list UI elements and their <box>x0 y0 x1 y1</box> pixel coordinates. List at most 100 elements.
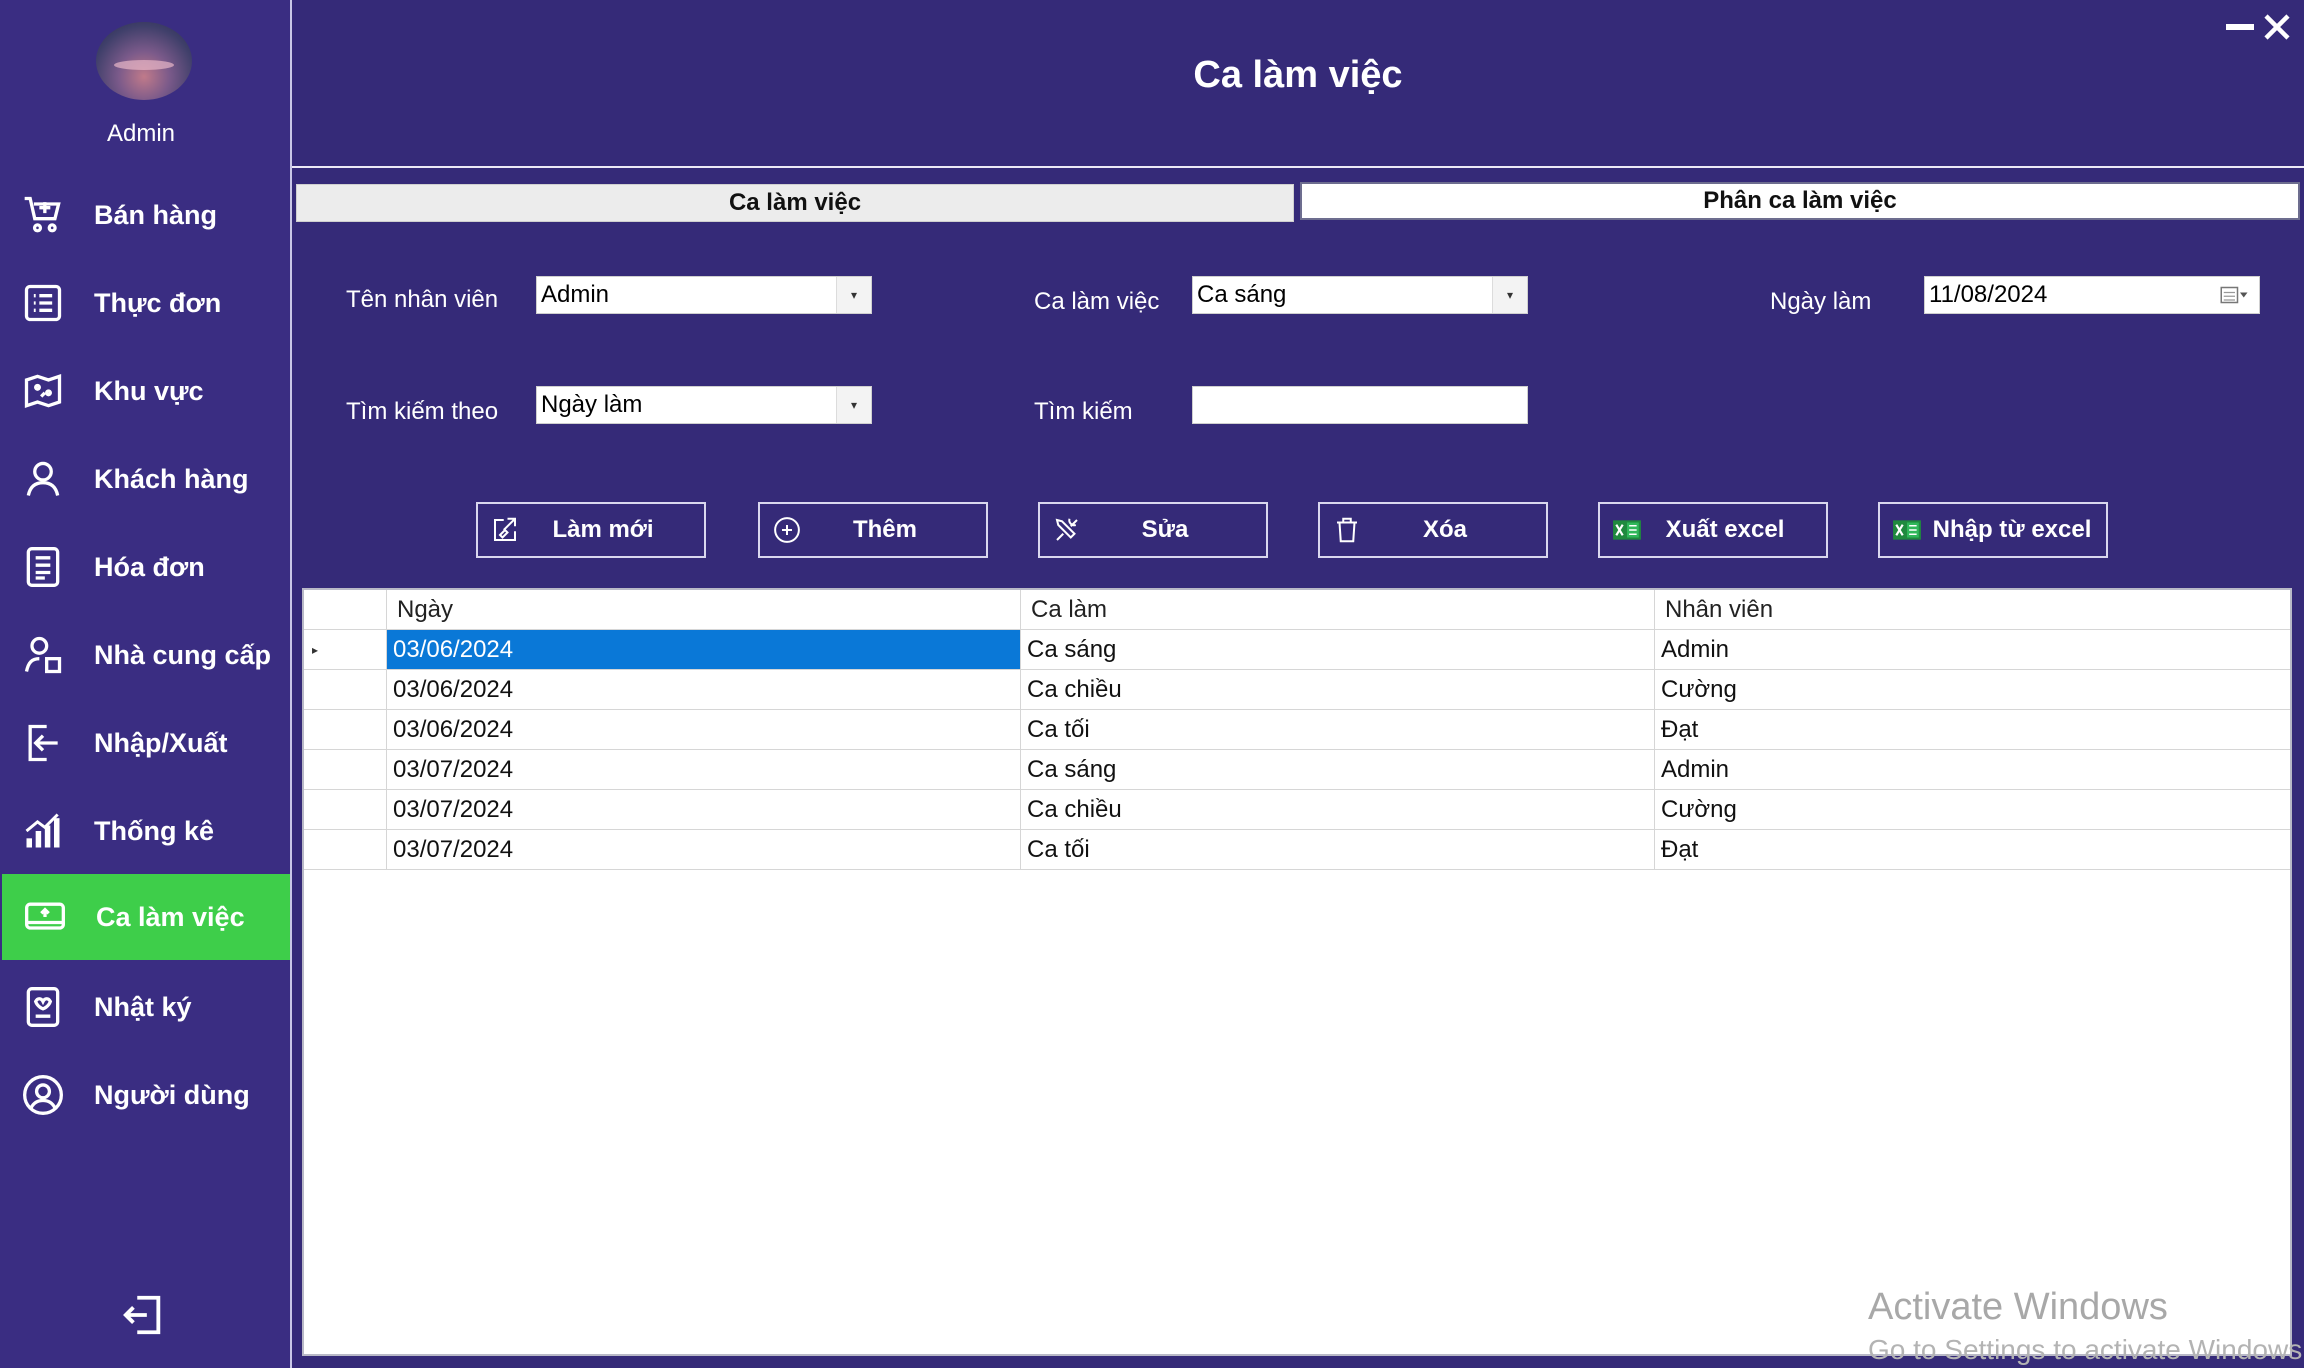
table-row[interactable]: 03/06/2024 Ca chiều Cường <box>304 670 2290 710</box>
shift-table[interactable]: Ngày Ca làm Nhân viên ▸ 03/06/2024 Ca sá… <box>302 588 2292 1356</box>
row-pointer-icon: ▸ <box>312 642 319 657</box>
chevron-down-icon[interactable]: ▾ <box>836 277 871 313</box>
activate-windows-title: Activate Windows <box>1868 1286 2168 1328</box>
minimize-icon[interactable] <box>2226 24 2254 30</box>
map-icon <box>20 368 66 414</box>
import-excel-label: Nhập từ excel <box>1932 516 2092 543</box>
sidebar-item-label: Nhật ký <box>94 991 192 1022</box>
header: Ca làm việc <box>292 0 2304 166</box>
export-excel-label: Xuất excel <box>1665 516 1785 543</box>
refresh-icon <box>488 513 522 547</box>
employee-label: Tên nhân viên <box>346 286 499 313</box>
sidebar-item-ca-lam-viec[interactable]: Ca làm việc <box>2 874 290 960</box>
search-input[interactable] <box>1192 386 1528 424</box>
column-header-ngay[interactable]: Ngày <box>386 590 1020 629</box>
header-divider <box>292 166 2304 168</box>
export-excel-button[interactable]: Xuất excel <box>1598 502 1828 558</box>
sidebar-item-nguoi-dung[interactable]: Người dùng <box>0 1052 290 1138</box>
table-header-row: Ngày Ca làm Nhân viên <box>304 590 2290 630</box>
activate-windows-subtitle: Go to Settings to activate Windows. <box>1868 1334 2304 1365</box>
sidebar-item-hoa-don[interactable]: Hóa đơn <box>0 524 290 610</box>
sidebar-item-khach-hang[interactable]: Khách hàng <box>0 436 290 522</box>
sidebar-item-thong-ke[interactable]: Thống kê <box>0 788 290 874</box>
sidebar-item-label: Nhà cung cấp <box>94 639 272 670</box>
chevron-down-icon[interactable]: ▾ <box>836 387 871 423</box>
edit-button[interactable]: Sửa <box>1038 502 1268 558</box>
cell-employee[interactable]: Cường <box>1654 790 2290 829</box>
tab-ca-lam-viec[interactable]: Ca làm việc <box>296 184 1294 222</box>
cell-shift[interactable]: Ca chiều <box>1020 790 1654 829</box>
shift-icon <box>22 894 68 940</box>
search-by-label: Tìm kiếm theo <box>346 398 499 425</box>
cell-date[interactable]: 03/06/2024 <box>386 710 1020 749</box>
chevron-down-icon[interactable]: ▾ <box>1492 277 1527 313</box>
sidebar-item-label: Thực đơn <box>94 287 222 318</box>
sidebar: Admin Bán hàng Thực đơn Khu vực Khách hà… <box>0 0 290 1368</box>
import-excel-button[interactable]: Nhập từ excel <box>1878 502 2108 558</box>
employee-select[interactable]: Admin ▾ <box>536 276 872 314</box>
sidebar-item-nhap-xuat[interactable]: Nhập/Xuất <box>0 700 290 786</box>
shift-select[interactable]: Ca sáng ▾ <box>1192 276 1528 314</box>
close-icon[interactable] <box>2262 12 2292 42</box>
sidebar-item-ban-hang[interactable]: Bán hàng <box>0 172 290 258</box>
excel-icon <box>1610 513 1644 547</box>
column-header-nhan-vien[interactable]: Nhân viên <box>1654 590 2290 629</box>
shift-value: Ca sáng <box>1197 281 1287 308</box>
log-icon <box>20 984 66 1030</box>
sidebar-divider <box>290 0 292 1368</box>
cell-employee[interactable]: Đạt <box>1654 830 2290 869</box>
table-row[interactable]: 03/06/2024 Ca tối Đạt <box>304 710 2290 750</box>
date-value: 11/08/2024 <box>1929 281 2048 308</box>
invoice-icon <box>20 544 66 590</box>
sidebar-item-nhat-ky[interactable]: Nhật ký <box>0 964 290 1050</box>
cell-employee[interactable]: Admin <box>1654 750 2290 789</box>
delete-label: Xóa <box>1422 516 1467 543</box>
date-label: Ngày làm <box>1770 288 1872 315</box>
sidebar-item-label: Ca làm việc <box>96 901 245 932</box>
add-button[interactable]: Thêm <box>758 502 988 558</box>
table-row[interactable]: ▸ 03/06/2024 Ca sáng Admin <box>304 630 2290 670</box>
search-by-select[interactable]: Ngày làm ▾ <box>536 386 872 424</box>
excel-icon <box>1890 513 1924 547</box>
employee-value: Admin <box>541 281 610 308</box>
stats-icon <box>20 808 66 854</box>
delete-button[interactable]: Xóa <box>1318 502 1548 558</box>
cell-shift[interactable]: Ca tối <box>1020 710 1654 749</box>
menu-list-icon <box>20 280 66 326</box>
date-picker[interactable]: 11/08/2024 <box>1924 276 2260 314</box>
cell-date[interactable]: 03/06/2024 <box>386 630 1020 669</box>
sidebar-item-label: Bán hàng <box>94 199 218 230</box>
cart-icon <box>20 192 66 238</box>
calendar-icon[interactable] <box>2211 277 2259 313</box>
table-row[interactable]: 03/07/2024 Ca tối Đạt <box>304 830 2290 870</box>
cell-shift[interactable]: Ca sáng <box>1020 750 1654 789</box>
sidebar-item-label: Khu vực <box>94 375 204 406</box>
sidebar-item-label: Người dùng <box>94 1079 250 1110</box>
table-row[interactable]: 03/07/2024 Ca sáng Admin <box>304 750 2290 790</box>
cell-shift[interactable]: Ca chiều <box>1020 670 1654 709</box>
supplier-icon <box>20 632 66 678</box>
logout-icon[interactable] <box>120 1292 166 1338</box>
cell-date[interactable]: 03/06/2024 <box>386 670 1020 709</box>
cell-employee[interactable]: Đạt <box>1654 710 2290 749</box>
sidebar-item-thuc-don[interactable]: Thực đơn <box>0 260 290 346</box>
cell-employee[interactable]: Cường <box>1654 670 2290 709</box>
cell-date[interactable]: 03/07/2024 <box>386 830 1020 869</box>
cell-shift[interactable]: Ca sáng <box>1020 630 1654 669</box>
cell-shift[interactable]: Ca tối <box>1020 830 1654 869</box>
sidebar-item-label: Thống kê <box>94 815 214 846</box>
sidebar-item-khu-vuc[interactable]: Khu vực <box>0 348 290 434</box>
user-circle-icon <box>20 1072 66 1118</box>
sidebar-item-nha-cung-cap[interactable]: Nhà cung cấp <box>0 612 290 698</box>
refresh-label: Làm mới <box>552 516 654 543</box>
column-header-ca-lam[interactable]: Ca làm <box>1020 590 1654 629</box>
cell-date[interactable]: 03/07/2024 <box>386 750 1020 789</box>
cell-employee[interactable]: Admin <box>1654 630 2290 669</box>
table-row[interactable]: 03/07/2024 Ca chiều Cường <box>304 790 2290 830</box>
avatar[interactable] <box>96 22 192 100</box>
cell-date[interactable]: 03/07/2024 <box>386 790 1020 829</box>
sidebar-item-label: Nhập/Xuất <box>94 727 228 758</box>
tools-icon <box>1050 513 1084 547</box>
tab-phan-ca-lam-viec[interactable]: Phân ca làm việc <box>1300 182 2300 220</box>
refresh-button[interactable]: Làm mới <box>476 502 706 558</box>
